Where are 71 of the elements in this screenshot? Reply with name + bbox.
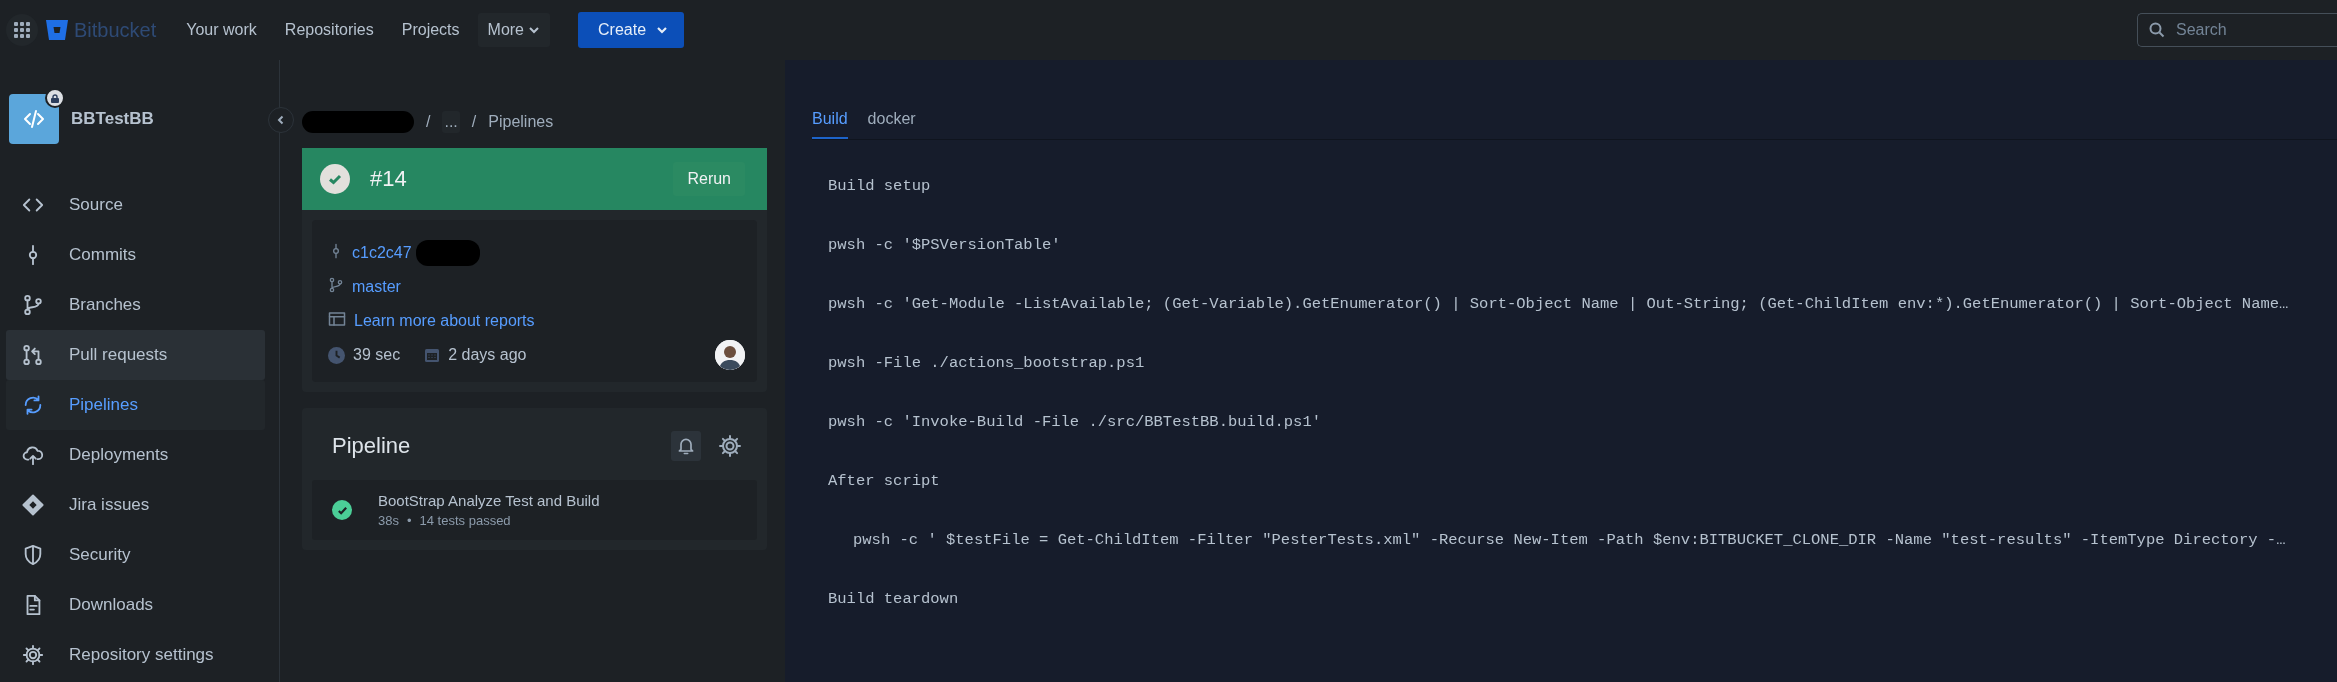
sidebar-item[interactable]: Pull requests [6, 330, 265, 380]
user-avatar [715, 340, 745, 370]
sidebar-item[interactable]: Security [6, 530, 265, 580]
sidebar-item[interactable]: Commits [6, 230, 265, 280]
sidebar-item[interactable]: Deployments [6, 430, 265, 480]
log-section-heading: After script [828, 472, 941, 492]
branch-icon [22, 294, 44, 316]
refresh-icon [22, 394, 44, 416]
table-icon [328, 310, 346, 328]
chevron-left-icon [276, 115, 286, 125]
rerun-button[interactable]: Rerun [673, 162, 745, 196]
log-command: pwsh -c ' $testFile = Get-ChildItem -Filter "PesterTests.xml" -Recurse New-Item -Path $env:BITBUCKET_CLONE_DIR -Name "test-results" -ItemType Directory -… [852, 531, 2287, 551]
branch-icon [328, 277, 344, 293]
clock-icon [328, 346, 345, 364]
sidebar-item[interactable]: Downloads [6, 580, 265, 630]
log-command: pwsh -c '$PSVersionTable' [828, 236, 1062, 256]
gear-icon [718, 434, 742, 458]
breadcrumb-separator: / [471, 113, 477, 131]
pull-request-icon [22, 344, 44, 366]
grid-icon [14, 22, 30, 38]
breadcrumb-link[interactable]: ... [442, 111, 460, 133]
log-tab[interactable]: Build [812, 110, 848, 139]
code-icon [22, 107, 46, 131]
app-switcher-button[interactable] [6, 14, 38, 46]
commit-link[interactable]: c1c2c47 [352, 244, 412, 262]
log-command: pwsh -c 'Get-Module -ListAvailable; (Get-Variable).GetEnumerator() | Sort-Object Name | Out-String; (Get-ChildItem env:*).GetEnumerator() | Sort-Object Name… [828, 295, 2290, 315]
bell-button[interactable] [671, 431, 701, 461]
sidebar-item[interactable]: Source [6, 180, 265, 230]
step-duration: 38s [378, 513, 399, 528]
run-duration: 39 sec [353, 346, 401, 364]
gear-icon [22, 644, 44, 666]
product-name: Bitbucket [74, 18, 157, 42]
test-count: 14 tests passed [419, 513, 511, 528]
chevron-down-icon [656, 24, 669, 36]
breadcrumb-link[interactable]: Pipelines [488, 113, 554, 131]
more-menu-button[interactable]: More [477, 13, 550, 47]
log-command: pwsh -File ./actions_bootstrap.ps1 [828, 354, 1146, 374]
search-field[interactable]: Search [2137, 13, 2337, 47]
run-number: #14 [370, 166, 408, 192]
bucket-logo-icon [46, 20, 68, 40]
step-name: BootStrap Analyze Test and Build [378, 492, 600, 509]
calendar-icon [424, 347, 441, 363]
sidebar-item[interactable]: Pipelines [6, 380, 265, 430]
cloud-upload-icon [22, 444, 44, 466]
bell-icon [676, 436, 696, 456]
chevron-down-icon [528, 24, 540, 36]
branch-link[interactable]: master [352, 278, 401, 296]
redaction-mark [415, 240, 480, 266]
separator-dot: • [406, 513, 412, 528]
search-icon [2149, 22, 2165, 38]
log-command: pwsh -c 'Invoke-Build -File ./src/BBTestBB.build.ps1' [828, 413, 1322, 433]
sidebar-item[interactable]: Branches [6, 280, 265, 330]
pipeline-step[interactable]: BootStrap Analyze Test and Build 38s • 14 tests passed [312, 480, 757, 540]
log-section-heading: Build setup [828, 177, 932, 197]
run-date: 2 days ago [448, 346, 527, 364]
nav-link[interactable]: Projects [391, 13, 470, 47]
sidebar-item[interactable]: Repository settings [6, 630, 265, 680]
diamond-icon [22, 494, 44, 516]
create-button[interactable]: Create [578, 12, 685, 48]
repository-name: BBTestBB [71, 109, 154, 129]
reports-link[interactable]: Learn more about reports [354, 312, 535, 330]
nav-link[interactable]: Repositories [274, 13, 384, 47]
collapse-button[interactable] [268, 107, 294, 133]
pipeline-title: Pipeline [332, 433, 412, 459]
shield-icon [22, 544, 44, 566]
log-section-heading: Build teardown [828, 590, 960, 610]
breadcrumb-separator: / [426, 113, 431, 131]
check-icon [320, 164, 350, 194]
nav-link[interactable]: Your work [176, 13, 267, 47]
sidebar-item[interactable]: Jira issues [6, 480, 265, 530]
log-tab[interactable]: docker [867, 110, 916, 139]
